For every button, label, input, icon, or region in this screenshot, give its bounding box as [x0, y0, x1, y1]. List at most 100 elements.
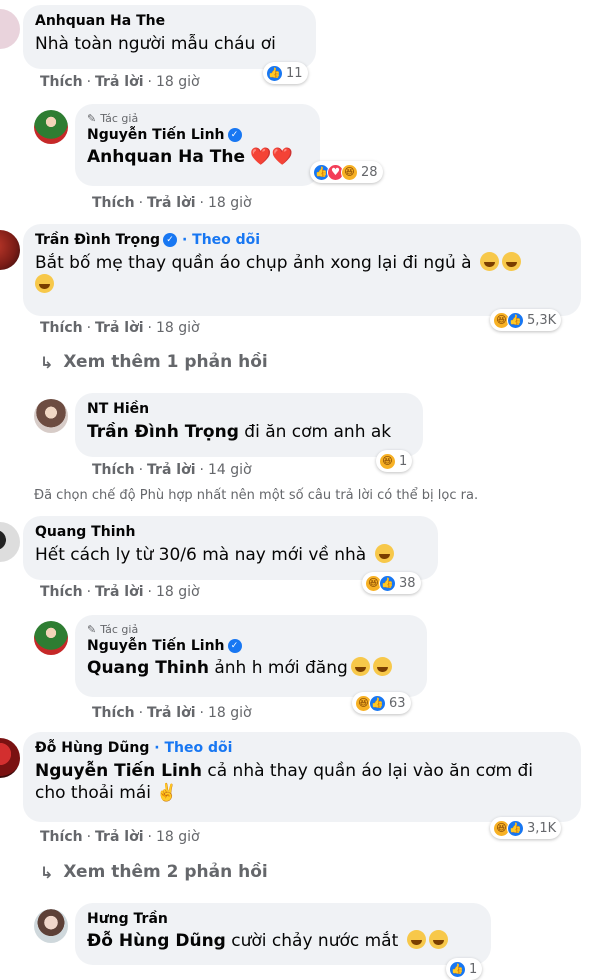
- reaction-count: 11: [286, 65, 303, 81]
- smile-emoji: [374, 544, 394, 563]
- commenter-name[interactable]: Anhquan Ha The: [35, 13, 304, 29]
- mention-link[interactable]: Đỗ Hùng Dũng: [87, 931, 226, 951]
- reaction-summary[interactable]: 👍 11: [263, 62, 308, 84]
- comment-time[interactable]: 18 giờ: [156, 829, 200, 845]
- like-reaction-icon: 👍: [449, 960, 466, 978]
- comment-bubble: Đỗ Hùng Dũng · Theo dõi Nguyễn Tiến Linh…: [23, 732, 581, 822]
- comment-text: Hết cách ly từ 30/6 mà nay mới về nhà: [35, 544, 426, 566]
- pen-icon: ✎: [87, 623, 97, 636]
- like-reaction-icon: 👍: [507, 311, 524, 329]
- comment-bubble: ✎ Tác giả Nguyễn Tiến Linh ✓ Anhquan Ha Th…: [75, 104, 320, 186]
- reply-link[interactable]: Trả lời: [95, 829, 143, 845]
- comment-text: Trần Đình Trọng đi ăn cơm anh ak: [87, 422, 392, 442]
- like-reaction-icon: 👍: [507, 819, 524, 837]
- comment-text-line-2: cho thoải mái ✌️: [35, 783, 178, 803]
- comment-time[interactable]: 18 giờ: [208, 705, 252, 721]
- mention-link[interactable]: Nguyễn Tiến Linh: [35, 761, 202, 781]
- commenter-name[interactable]: Nguyễn Tiến Linh ✓: [87, 127, 308, 143]
- rofl-emoji: [350, 657, 370, 676]
- comment-time[interactable]: 18 giờ: [156, 320, 200, 336]
- avatar[interactable]: [0, 738, 20, 778]
- avatar[interactable]: [0, 9, 20, 49]
- crying-laughing-emoji: [406, 930, 426, 949]
- comment-bubble: Trần Đình Trọng ✓ · Theo dõi Bắt bố mẹ th…: [23, 224, 581, 316]
- reply-link[interactable]: Trả lời: [147, 462, 195, 478]
- comment-text: Anhquan Ha The ❤️❤️: [87, 146, 308, 168]
- reply-link[interactable]: Trả lời: [95, 320, 143, 336]
- like-reaction-icon: 👍: [369, 694, 386, 712]
- reaction-summary[interactable]: 👍 ♥ 😆 28: [310, 161, 383, 183]
- verified-badge-icon: ✓: [227, 639, 242, 653]
- reaction-count: 63: [389, 695, 406, 711]
- comment-text: Nhà toàn người mẫu cháu ơi: [35, 34, 276, 54]
- comment-time[interactable]: 18 giờ: [208, 195, 252, 211]
- avatar[interactable]: [0, 230, 20, 270]
- follow-link[interactable]: · Theo dõi: [154, 740, 232, 756]
- comment-time[interactable]: 14 giờ: [208, 462, 252, 478]
- comment-time[interactable]: 18 giờ: [156, 74, 200, 90]
- like-link[interactable]: Thích: [92, 462, 135, 478]
- commenter-name[interactable]: Đỗ Hùng Dũng · Theo dõi: [35, 740, 569, 756]
- view-more-replies-link[interactable]: ↳ Xem thêm 1 phản hồi: [40, 352, 268, 372]
- author-badge: ✎ Tác giả: [87, 112, 139, 125]
- reaction-count: 38: [399, 575, 416, 591]
- avatar[interactable]: [34, 399, 68, 433]
- like-link[interactable]: Thích: [40, 74, 83, 90]
- reaction-count: 5,3K: [527, 312, 557, 328]
- verified-badge-icon: ✓: [163, 233, 178, 247]
- reaction-summary[interactable]: 😆 1: [376, 450, 413, 472]
- like-link[interactable]: Thích: [40, 829, 83, 845]
- comment-bubble: Hưng Trần Đỗ Hùng Dũng cười chảy nước mắ…: [75, 903, 491, 965]
- comment-time[interactable]: 18 giờ: [156, 584, 200, 600]
- commenter-name[interactable]: Trần Đình Trọng ✓ · Theo dõi: [35, 232, 569, 248]
- reply-link[interactable]: Trả lời: [147, 705, 195, 721]
- author-badge: ✎ Tác giả: [87, 623, 139, 636]
- like-link[interactable]: Thích: [40, 320, 83, 336]
- mention-link[interactable]: Trần Đình Trọng: [87, 422, 239, 442]
- avatar[interactable]: [0, 522, 20, 562]
- comment-actions: Thích · Trả lời · 18 giờ: [92, 195, 252, 211]
- comment-bubble: ✎ Tác giả Nguyễn Tiến Linh ✓ Quang Thinh ả…: [75, 615, 427, 697]
- comment-actions: Thích · Trả lời · 18 giờ: [92, 705, 252, 721]
- reaction-count: 3,1K: [527, 820, 557, 836]
- reply-link[interactable]: Trả lời: [95, 74, 143, 90]
- haha-reaction-icon: 😆: [341, 163, 358, 181]
- comment-actions: Thích · Trả lời · 18 giờ: [40, 829, 200, 845]
- like-link[interactable]: Thích: [92, 195, 135, 211]
- reaction-count: 1: [469, 961, 478, 977]
- comment-actions: Thích · Trả lời · 18 giờ: [40, 74, 200, 90]
- follow-link[interactable]: · Theo dõi: [182, 232, 260, 248]
- comment-text: Đỗ Hùng Dũng cười chảy nước mắt: [87, 930, 479, 952]
- like-link[interactable]: Thích: [40, 584, 83, 600]
- commenter-name[interactable]: Hưng Trần: [87, 911, 479, 927]
- avatar[interactable]: [34, 909, 68, 943]
- reaction-summary[interactable]: 😆 👍 5,3K: [490, 309, 562, 331]
- like-reaction-icon: 👍: [379, 574, 396, 592]
- comment-bubble: Anhquan Ha The Nhà toàn người mẫu cháu ơ…: [23, 5, 316, 69]
- mention-link[interactable]: Anhquan Ha The: [87, 147, 245, 167]
- comment-actions: Thích · Trả lời · 14 giờ: [92, 462, 252, 478]
- grin-emoji: [35, 274, 54, 293]
- comment-actions: Thích · Trả lời · 18 giờ: [40, 584, 200, 600]
- reaction-summary[interactable]: 😆 👍 38: [362, 572, 421, 594]
- comment-text: Quang Thinh ảnh h mới đăng: [87, 657, 415, 679]
- commenter-name[interactable]: Nguyễn Tiến Linh ✓: [87, 638, 415, 654]
- reaction-summary[interactable]: 😆 👍 63: [352, 692, 411, 714]
- commenter-name[interactable]: Quang Thinh: [35, 524, 426, 540]
- reply-link[interactable]: Trả lời: [147, 195, 195, 211]
- filter-notice: Đã chọn chế độ Phù hợp nhất nên một số c…: [34, 488, 479, 503]
- avatar[interactable]: [34, 110, 68, 144]
- reaction-count: 1: [399, 453, 408, 469]
- like-link[interactable]: Thích: [92, 705, 135, 721]
- avatar[interactable]: [34, 621, 68, 655]
- mention-link[interactable]: Quang Thinh: [87, 658, 209, 678]
- crying-laughing-emoji: [428, 930, 448, 949]
- grin-emoji: [502, 252, 521, 271]
- view-more-replies-link[interactable]: ↳ Xem thêm 2 phản hồi: [40, 862, 268, 882]
- comment-text: Nguyễn Tiến Linh cả nhà thay quần áo lại…: [35, 761, 534, 781]
- reaction-summary[interactable]: 👍 1: [446, 958, 483, 980]
- reaction-summary[interactable]: 😆 👍 3,1K: [490, 817, 562, 839]
- commenter-name[interactable]: NT Hiền: [87, 401, 411, 417]
- reply-link[interactable]: Trả lời: [95, 584, 143, 600]
- reply-arrow-icon: ↳: [40, 352, 54, 372]
